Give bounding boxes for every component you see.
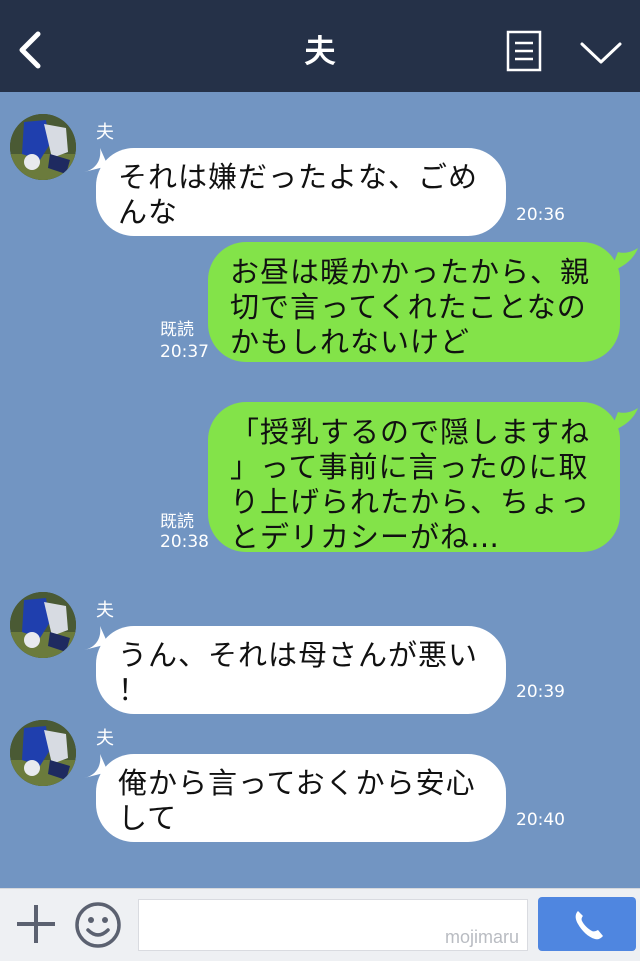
message-line: ！ (118, 673, 149, 707)
message-line: かもしれないけど (230, 325, 471, 359)
avatar-photo-icon (10, 720, 76, 786)
watermark: mojimaru (444, 927, 519, 947)
plus-icon (17, 905, 55, 943)
message-bubble[interactable]: うん、それは母さんが悪い ！ (96, 626, 506, 714)
avatar[interactable] (10, 114, 76, 180)
message-time: 20:38 (160, 532, 209, 552)
chat-title: 夫 (304, 34, 336, 70)
menu-button[interactable] (506, 30, 542, 72)
avatar[interactable] (10, 592, 76, 658)
chevron-down-icon (580, 42, 622, 64)
bubble-tail (610, 408, 638, 432)
message-time: 20:40 (516, 810, 565, 830)
avatar[interactable] (10, 720, 76, 786)
message-line: り上げられたから、ちょっ (230, 485, 591, 519)
message-line: んな (118, 195, 179, 229)
message-line: 「授乳するので隠しますね (230, 415, 591, 449)
input-bar: mojimaru (0, 888, 640, 961)
sender-name: 夫 (96, 600, 114, 621)
sender-name: 夫 (96, 122, 114, 143)
message-line: 」って事前に言ったのに取 (230, 450, 589, 484)
message-line: して (118, 801, 178, 835)
call-button[interactable] (538, 897, 636, 951)
chat-header: 夫 (0, 0, 640, 92)
message-bubble[interactable]: お昼は暖かかったから、親 切で言ってくれたことなの かもしれないけど (208, 242, 620, 362)
message-line: 俺から言っておくから安心 (118, 766, 476, 800)
message-input[interactable]: mojimaru (138, 899, 528, 951)
avatar-photo-icon (10, 114, 76, 180)
sender-name: 夫 (96, 728, 114, 749)
message-time: 20:37 (160, 342, 209, 362)
phone-icon (575, 911, 603, 940)
message-line: うん、それは母さんが悪い (118, 638, 479, 672)
read-status: 既読 (160, 320, 194, 340)
avatar-photo-icon (10, 592, 76, 658)
message-time: 20:39 (516, 682, 565, 702)
message-line: 切で言ってくれたことなの (230, 290, 587, 324)
message-time: 20:36 (516, 205, 565, 225)
message-bubble[interactable]: 「授乳するので隠しますね 」って事前に言ったのに取 り上げられたから、ちょっ と… (208, 402, 620, 554)
chat-area[interactable]: 夫 それは嫌だったよな、ごめ んな 20:36 既読 20:37 お昼は暖かかっ… (0, 92, 640, 888)
message-line: とデリカシーがね… (230, 520, 501, 554)
smiley-icon (75, 902, 121, 948)
bubble-tail (610, 248, 638, 272)
emoji-button[interactable] (74, 901, 122, 949)
message-line: お昼は暖かかったから、親 (230, 255, 591, 289)
message-bubble[interactable]: それは嫌だったよな、ごめ んな (96, 148, 506, 236)
message-bubble[interactable]: 俺から言っておくから安心 して (96, 754, 506, 842)
collapse-button[interactable] (578, 36, 624, 68)
message-line: それは嫌だったよな、ごめ (118, 160, 479, 194)
read-status: 既読 (160, 512, 194, 532)
menu-list-icon (506, 30, 542, 72)
add-button[interactable] (14, 902, 58, 946)
